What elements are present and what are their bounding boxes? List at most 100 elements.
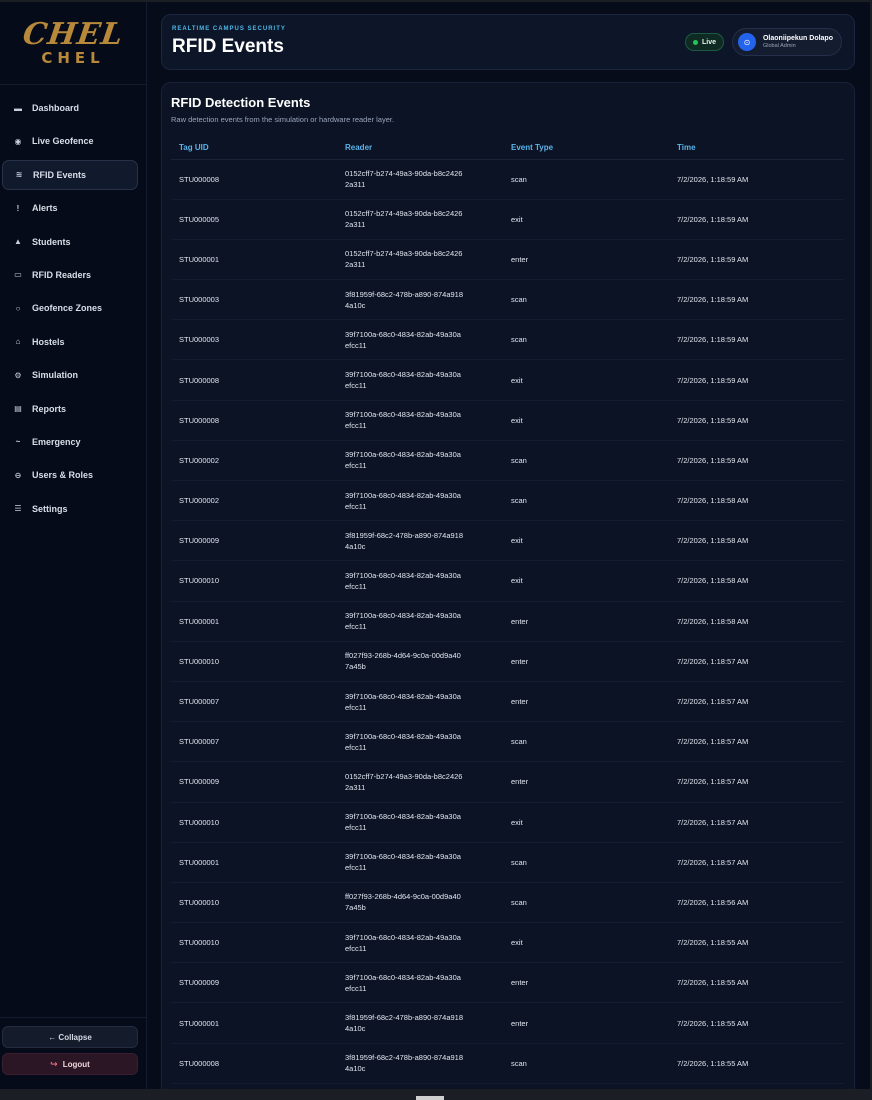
tag-uid-cell: STU000002 — [171, 480, 337, 522]
table-row: STU000008 39f7100a-68c0-4834-82ab-49a30ae… — [171, 359, 844, 401]
user-name: Olaoniipekun Dolapo — [762, 35, 833, 42]
brand-logo[interactable]: CHEL CHEL — [0, 2, 146, 85]
table-row: STU000003 3f81959f-68c2-478b-a890-874a918… — [171, 279, 844, 321]
column-header-event-type[interactable]: Event Type — [503, 137, 669, 160]
logo-mark: CHEL — [20, 17, 126, 52]
sidebar-item-rfid-events[interactable]: ≋ RFID Events — [2, 159, 138, 190]
main-content: REALTIME CAMPUS SECURITY RFID Events Liv… — [147, 2, 870, 1089]
event-type-cell: enter — [503, 601, 669, 642]
sidebar-item-students[interactable]: ▲ Students — [2, 227, 138, 257]
table-row: STU000002 39f7100a-68c0-4834-82ab-49a30ae… — [171, 440, 844, 482]
reader-cell: 39f7100a-68c0-4834-82ab-49a30aefcc11 — [337, 319, 503, 361]
user-menu[interactable]: ⊙ Olaoniipekun Dolapo Global Admin — [731, 28, 842, 56]
table-row: STU000009 0152cff7-b274-49a3-90da-b8c2426… — [171, 761, 844, 803]
reader-cell: 0152cff7-b274-49a3-90da-b8c24262a311 — [337, 239, 503, 281]
tag-uid-cell: STU000001 — [171, 601, 337, 642]
reader-icon: ▭ — [14, 270, 22, 280]
table-row: STU000010 39f7100a-68c0-4834-82ab-49a30ae… — [171, 560, 844, 602]
sidebar-item-users-roles[interactable]: ⊖ Users & Roles — [2, 460, 138, 490]
tag-uid-cell: STU000002 — [171, 440, 337, 482]
event-type-cell: scan — [503, 721, 669, 763]
sidebar: CHEL CHEL ▬ Dashboard ◉ Live Geofence ≋ RFID … — [0, 2, 147, 1089]
alert-icon: ! — [16, 203, 20, 213]
reader-cell: 0152cff7-b274-49a3-90da-b8c24262a311 — [337, 159, 503, 200]
time-cell: 7/2/2026, 1:18:59 AM — [669, 359, 844, 401]
time-cell: 7/2/2026, 1:18:57 AM — [669, 641, 844, 682]
card-subtitle: Raw detection events from the simulation… — [171, 115, 395, 124]
tag-uid-cell: STU000003 — [171, 319, 337, 361]
avatar: ⊙ — [737, 33, 756, 51]
header-actions: Live ⊙ Olaoniipekun Dolapo Global Admin — [684, 28, 842, 56]
collapse-button[interactable]: ← Collapse — [2, 1026, 138, 1048]
event-type-cell: exit — [503, 802, 669, 843]
table-row: STU000003 39f7100a-68c0-4834-82ab-49a30ae… — [171, 319, 844, 361]
sidebar-item-dashboard[interactable]: ▬ Dashboard — [2, 93, 138, 123]
tag-uid-cell: STU000001 — [171, 1002, 337, 1044]
column-header-time[interactable]: Time — [669, 137, 844, 160]
card-title: RFID Detection Events — [171, 95, 311, 110]
logout-icon: ↪ — [50, 1058, 58, 1069]
sidebar-item-label: Alerts — [32, 203, 58, 214]
tag-uid-cell: STU000005 — [171, 199, 337, 240]
time-cell: 7/2/2026, 1:18:59 AM — [669, 400, 844, 441]
horizontal-scrollbar-thumb[interactable] — [416, 1096, 444, 1100]
tag-uid-cell: STU000001 — [171, 842, 337, 883]
sidebar-item-settings[interactable]: ☰ Settings — [2, 494, 138, 524]
column-header-tag-uid[interactable]: Tag UID — [171, 137, 337, 160]
header-titles: REALTIME CAMPUS SECURITY RFID Events — [172, 26, 286, 58]
tag-uid-cell: STU000008 — [171, 1043, 337, 1084]
table-row: STU000010 39f7100a-68c0-4834-82ab-49a30ae… — [171, 802, 844, 843]
rfid-events-card: RFID Detection Events Raw detection even… — [161, 82, 855, 1089]
logout-label: Logout — [62, 1059, 90, 1069]
tag-uid-cell: STU000009 — [171, 761, 337, 803]
sidebar-nav: ▬ Dashboard ◉ Live Geofence ≋ RFID Events! Ale… — [0, 85, 146, 524]
event-type-cell: exit — [503, 400, 669, 441]
sidebar-item-reports[interactable]: ▤ Reports — [2, 394, 138, 424]
time-cell: 7/2/2026, 1:18:59 AM — [669, 279, 844, 321]
zones-icon: ○ — [15, 303, 21, 313]
table-row: STU000001 39f7100a-68c0-4834-82ab-49a30ae… — [171, 842, 844, 883]
user-info: Olaoniipekun Dolapo Global Admin — [763, 35, 833, 49]
sidebar-item-rfid-readers[interactable]: ▭ RFID Readers — [2, 260, 138, 290]
live-label: Live — [701, 38, 716, 46]
sidebar-item-emergency[interactable]: ~ Emergency — [2, 427, 138, 457]
event-type-cell: exit — [503, 922, 669, 964]
time-cell: 7/2/2026, 1:18:55 AM — [669, 1043, 844, 1084]
tag-uid-cell: STU000008 — [171, 400, 337, 441]
sidebar-item-label: Simulation — [32, 370, 79, 381]
sidebar-item-simulation[interactable]: ⚙ Simulation — [2, 360, 138, 390]
reader-cell: 39f7100a-68c0-4834-82ab-49a30aefcc11 — [337, 802, 503, 843]
reader-cell: 39f7100a-68c0-4834-82ab-49a30aefcc11 — [337, 681, 503, 723]
table-row: STU000008 3f81959f-68c2-478b-a890-874a918… — [171, 1043, 844, 1084]
time-cell: 7/2/2026, 1:18:57 AM — [669, 681, 844, 723]
tag-uid-cell: STU000007 — [171, 721, 337, 763]
time-cell: 7/2/2026, 1:18:59 AM — [669, 159, 844, 200]
time-cell: 7/2/2026, 1:18:58 AM — [669, 520, 844, 562]
sidebar-footer: ← Collapse ↪ Logout — [0, 1017, 146, 1089]
time-cell: 7/2/2026, 1:18:59 AM — [669, 199, 844, 240]
event-type-cell: exit — [503, 520, 669, 562]
reader-cell: 39f7100a-68c0-4834-82ab-49a30aefcc11 — [337, 400, 503, 441]
table-row: STU000007 39f7100a-68c0-4834-82ab-49a30ae… — [171, 681, 844, 723]
event-type-cell: enter — [503, 641, 669, 682]
reader-cell: 3f81959f-68c2-478b-a890-874a9184a10c — [337, 279, 503, 321]
sidebar-item-geofence-zones[interactable]: ○ Geofence Zones — [2, 293, 138, 323]
settings-icon: ☰ — [14, 504, 22, 514]
table-header-row: Tag UID Reader Event Type Time — [171, 137, 844, 160]
logout-button[interactable]: ↪ Logout — [2, 1053, 138, 1075]
reader-cell: 39f7100a-68c0-4834-82ab-49a30aefcc11 — [337, 721, 503, 763]
sidebar-item-alerts[interactable]: ! Alerts — [2, 193, 138, 223]
tag-uid-cell: STU000008 — [171, 159, 337, 200]
table-row: STU000001 39f7100a-68c0-4834-82ab-49a30ae… — [171, 601, 844, 642]
reader-cell: ff027f93-268b-4d64-9c0a-00d9a407a45b — [337, 641, 503, 682]
time-cell: 7/2/2026, 1:18:57 AM — [669, 761, 844, 803]
column-header-reader[interactable]: Reader — [337, 137, 503, 160]
reader-cell: 39f7100a-68c0-4834-82ab-49a30aefcc11 — [337, 480, 503, 522]
sidebar-item-hostels[interactable]: ⌂ Hostels — [2, 327, 138, 357]
page-title: RFID Events — [172, 36, 284, 57]
sidebar-item-live-geofence[interactable]: ◉ Live Geofence — [2, 126, 138, 156]
reader-cell: 3f81959f-68c2-478b-a890-874a9184a10c — [337, 1043, 503, 1084]
time-cell: 7/2/2026, 1:18:55 AM — [669, 962, 844, 1004]
event-type-cell: exit — [503, 199, 669, 240]
sidebar-item-label: Dashboard — [32, 103, 80, 113]
